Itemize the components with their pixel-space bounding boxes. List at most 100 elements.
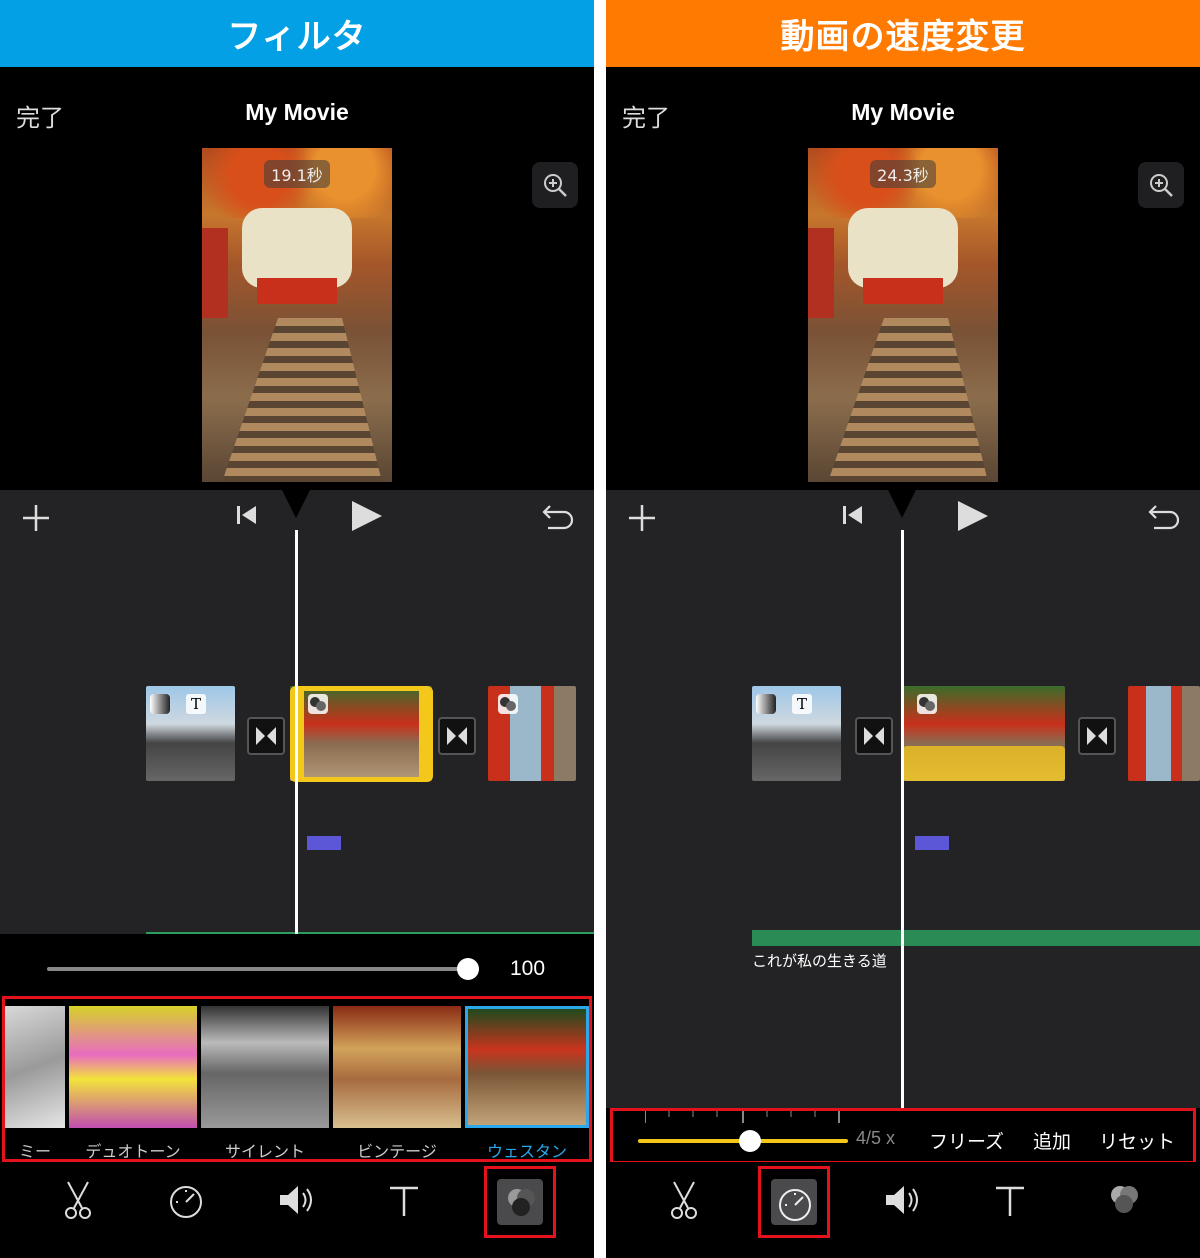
edit-toolbar xyxy=(0,1162,594,1258)
filter-list[interactable]: ミー デュオトーン サイレント ビンテージ ウェスタン xyxy=(2,996,592,1162)
preview-stairs xyxy=(828,318,988,482)
filter-preview xyxy=(5,1006,65,1128)
play-icon[interactable] xyxy=(348,498,384,534)
timeline[interactable]: T これが私の生きる道 xyxy=(606,490,1200,1108)
tool-speed-active[interactable] xyxy=(758,1166,830,1238)
audio-clip[interactable] xyxy=(915,836,949,850)
preview-lantern xyxy=(202,228,228,318)
filter-badge-icon xyxy=(756,694,776,714)
text-icon xyxy=(390,1186,418,1216)
tool-speed[interactable] xyxy=(156,1172,216,1232)
reset-button[interactable]: リセット xyxy=(1099,1127,1175,1154)
freeze-button[interactable]: フリーズ xyxy=(929,1127,1004,1154)
tool-title[interactable] xyxy=(374,1172,434,1232)
left-panel-filter: フィルタ 完了 My Movie 19.1秒 T 100 ミー デュオトーン サ… xyxy=(0,0,594,1258)
filter-label-selected: ウェスタン xyxy=(486,1142,567,1161)
speed-range-overlay[interactable] xyxy=(903,746,1065,781)
filter-label: ビンテージ xyxy=(357,1142,437,1161)
audio-clip[interactable] xyxy=(307,836,341,850)
timeline[interactable]: T xyxy=(0,490,594,934)
zoom-in-icon xyxy=(544,174,567,197)
speed-value: 4/5 x xyxy=(856,1128,896,1148)
tool-filter[interactable] xyxy=(1094,1172,1154,1232)
preview-sky xyxy=(242,208,352,288)
timeline-clip-street[interactable]: T xyxy=(752,686,841,781)
skip-to-start-icon[interactable] xyxy=(840,502,866,528)
skip-to-start-icon[interactable] xyxy=(234,502,260,528)
transition-button[interactable] xyxy=(855,717,893,755)
timeline-clip-torii[interactable] xyxy=(1128,686,1200,781)
filter-label: デュオトーン xyxy=(85,1142,181,1161)
add-media-icon[interactable] xyxy=(20,502,52,534)
add-media-icon[interactable] xyxy=(626,502,658,534)
filter-badge-icon xyxy=(150,694,170,714)
playhead xyxy=(295,530,298,934)
zoom-in-icon xyxy=(1150,174,1173,197)
filter-intensity-row: 100 xyxy=(0,934,594,996)
filter-intensity-track[interactable] xyxy=(47,967,468,971)
transition-icon xyxy=(1087,727,1107,745)
clip-thumbnail xyxy=(1128,686,1200,781)
speedometer-icon xyxy=(779,1189,811,1221)
filter-option-mee[interactable] xyxy=(5,1006,65,1128)
transition-button[interactable] xyxy=(247,717,285,755)
title-badge-icon: T xyxy=(792,694,812,714)
add-button[interactable]: 追加 xyxy=(1033,1127,1071,1154)
play-icon[interactable] xyxy=(954,498,990,534)
clip-duration-label: 24.3秒 xyxy=(870,160,936,188)
tool-volume[interactable] xyxy=(872,1172,932,1232)
title-track-bar[interactable] xyxy=(752,930,1200,946)
preview-stairs xyxy=(222,318,382,482)
clip-selection-frame[interactable] xyxy=(290,686,433,782)
title-badge-icon: T xyxy=(186,694,206,714)
filter-option-western[interactable] xyxy=(465,1006,589,1128)
preview-lantern xyxy=(808,228,834,318)
filter-option-silent[interactable] xyxy=(201,1006,329,1128)
scissors-icon xyxy=(671,1181,697,1219)
scissors-icon xyxy=(65,1181,91,1219)
banner-filter: フィルタ xyxy=(0,0,594,67)
undo-icon[interactable] xyxy=(540,500,576,532)
speed-slider-knob[interactable] xyxy=(739,1130,761,1152)
preview-sky xyxy=(848,208,958,288)
tool-split[interactable] xyxy=(654,1172,714,1232)
playhead-marker xyxy=(282,490,310,518)
transition-icon xyxy=(256,727,276,745)
volume-icon xyxy=(280,1186,312,1214)
filter-icon xyxy=(508,1189,535,1216)
transition-button[interactable] xyxy=(438,717,476,755)
banner-speed: 動画の速度変更 xyxy=(606,0,1200,67)
filter-preview xyxy=(201,1006,329,1128)
undo-icon[interactable] xyxy=(1146,500,1182,532)
video-preview[interactable]: 24.3秒 xyxy=(808,148,998,482)
filter-intensity-knob[interactable] xyxy=(457,958,479,980)
right-panel-speed: 動画の速度変更 完了 My Movie 24.3秒 T これが私の生きる道 4/… xyxy=(606,0,1200,1258)
transition-button[interactable] xyxy=(1078,717,1116,755)
filter-preview xyxy=(333,1006,461,1128)
filter-preview xyxy=(468,1009,586,1125)
text-icon xyxy=(996,1186,1024,1216)
filter-option-duotone[interactable] xyxy=(69,1006,197,1128)
filter-icon xyxy=(1111,1186,1138,1213)
title-track-caption: これが私の生きる道 xyxy=(752,952,887,970)
filter-label: ミー xyxy=(18,1142,51,1161)
transition-icon xyxy=(864,727,884,745)
timeline-clip-torii[interactable] xyxy=(488,686,576,781)
speed-ruler xyxy=(645,1111,840,1123)
timeline-clip-street[interactable]: T xyxy=(146,686,235,781)
filter-preview xyxy=(69,1006,197,1128)
filter-badge-icon xyxy=(917,694,937,714)
transition-icon xyxy=(447,727,467,745)
tool-filter-active[interactable] xyxy=(484,1166,556,1238)
tool-volume[interactable] xyxy=(266,1172,326,1232)
tool-split[interactable] xyxy=(48,1172,108,1232)
tool-title[interactable] xyxy=(980,1172,1040,1232)
zoom-button[interactable] xyxy=(1138,162,1184,208)
playhead-marker xyxy=(888,490,916,518)
video-preview[interactable]: 19.1秒 xyxy=(202,148,392,482)
preview-shrine-gate xyxy=(257,278,337,304)
filter-option-vintage[interactable] xyxy=(333,1006,461,1128)
speed-controls: 4/5 x フリーズ 追加 リセット xyxy=(610,1108,1196,1164)
zoom-button[interactable] xyxy=(532,162,578,208)
timeline-clip-shrine-selected[interactable] xyxy=(903,686,1065,781)
